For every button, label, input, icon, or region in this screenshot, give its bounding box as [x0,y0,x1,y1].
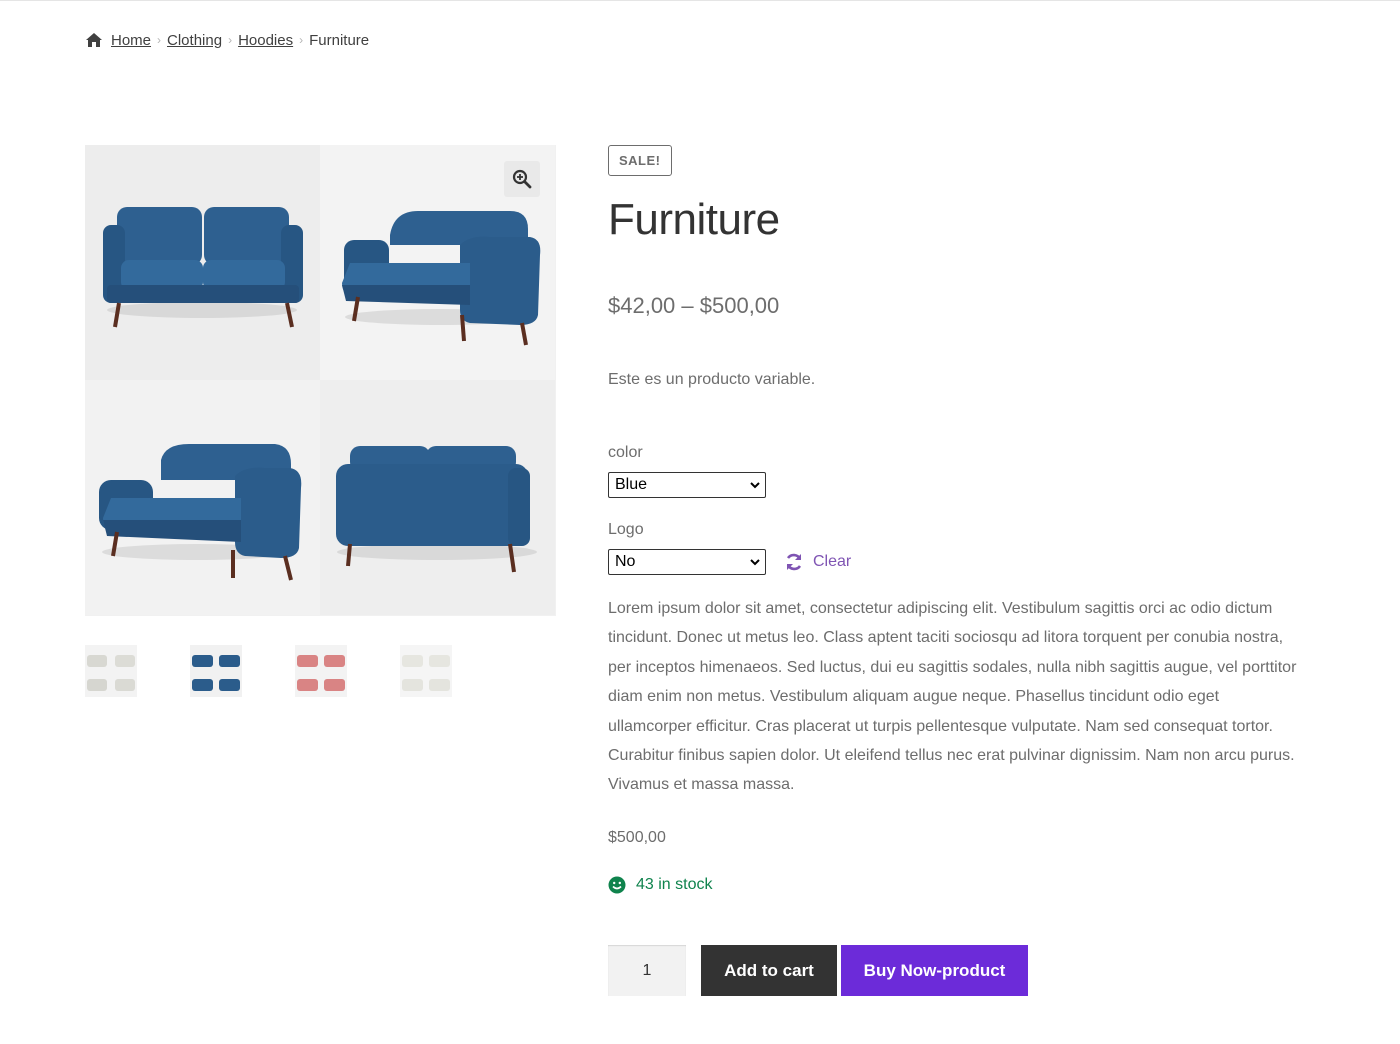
sofa-back-view [320,380,555,615]
buy-now-button[interactable]: Buy Now-product [841,945,1028,996]
variation-price: $500,00 [608,829,666,846]
breadcrumb-separator: › [157,33,162,47]
breadcrumb-clothing-link[interactable]: Clothing [167,32,222,49]
product-main-image[interactable] [85,145,556,616]
thumbnail-cream-sofa[interactable] [400,645,452,697]
product-title: Furniture [608,195,780,244]
clear-variations-link[interactable]: Clear [784,549,851,575]
smiley-icon [608,876,626,894]
logo-select[interactable]: No [608,549,766,575]
thumbnail-strip [85,645,505,697]
short-description: Este es un producto variable. [608,371,816,388]
sale-badge: SALE! [608,145,672,176]
breadcrumb-hoodies-link[interactable]: Hoodies [238,32,293,49]
stock-status: 43 in stock [608,876,712,894]
thumbnail-pink-sofa[interactable] [295,645,347,697]
thumbnail-white-sofa[interactable] [85,645,137,697]
breadcrumb-separator: › [228,33,233,47]
clear-label: Clear [813,553,852,570]
zoom-button[interactable] [504,161,540,197]
thumbnail-blue-sofa[interactable] [190,645,242,697]
chevron-down-icon [750,482,760,489]
home-icon [86,33,102,47]
sofa-front-view [85,145,320,380]
price-range: $42,00 – $500,00 [608,293,780,318]
refresh-icon [786,553,802,571]
breadcrumb-home-link[interactable]: Home [111,32,151,49]
color-label: color [608,444,643,461]
chevron-down-icon [750,559,760,566]
logo-label: Logo [608,521,644,538]
breadcrumb: Home › Clothing › Hoodies › Furniture [85,30,369,50]
sofa-side-view [85,380,320,615]
stock-text: 43 in stock [636,876,713,893]
color-select[interactable]: Blue [608,472,766,498]
quantity-input[interactable]: 1 [608,945,686,996]
top-divider [0,0,1400,1]
logo-select-value: No [615,553,636,570]
add-to-cart-button[interactable]: Add to cart [701,945,837,996]
breadcrumb-current: Furniture [309,31,370,49]
breadcrumb-separator: › [299,33,304,47]
color-select-value: Blue [615,476,648,493]
magnifier-plus-icon [512,169,532,189]
variation-description: Lorem ipsum dolor sit amet, consectetur … [608,600,1297,794]
